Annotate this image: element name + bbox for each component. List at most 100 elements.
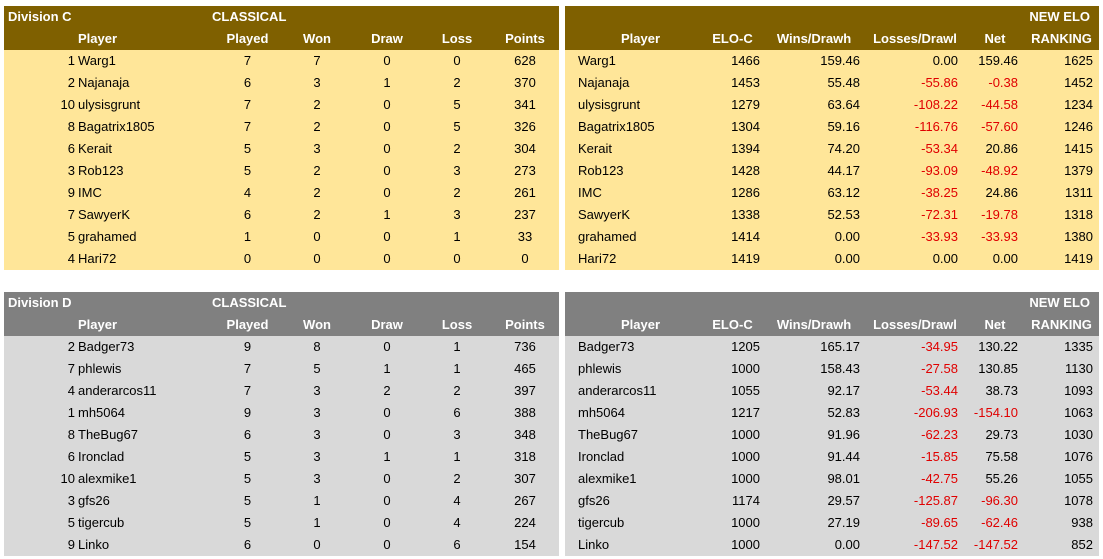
elo-c-cell: 1338	[731, 207, 760, 222]
elo-c-cell: 1000	[731, 427, 760, 442]
points-cell: 224	[514, 515, 536, 530]
new-elo-ranking-cell: 1452	[1064, 75, 1093, 90]
won-cell: 3	[313, 449, 321, 464]
player-name-cell: SawyerK	[578, 207, 631, 222]
loss-cell: 5	[453, 119, 461, 134]
draw-cell: 0	[383, 537, 391, 552]
column-header-points: Points	[505, 317, 545, 332]
player-name-cell: Warg1	[578, 53, 616, 68]
player-name-cell: Bagatrix1805	[78, 119, 155, 134]
won-cell: 2	[313, 163, 321, 178]
player-name-cell: alexmike1	[578, 471, 637, 486]
net-cell: 55.26	[985, 471, 1018, 486]
column-header-player: Player	[78, 31, 118, 46]
table-row: 3 Rob123 5 2 0 3 273 Rob123 1428 44.17 -93.09 -48.9…	[0, 160, 1103, 182]
player-name-cell: Bagatrix1805	[578, 119, 655, 134]
draw-cell: 0	[383, 185, 391, 200]
player-name-cell: grahamed	[78, 229, 137, 244]
net-cell: -147.52	[973, 537, 1018, 552]
points-cell: 465	[514, 361, 536, 376]
wins-drawh-cell: 91.44	[827, 449, 860, 464]
wins-drawh-cell: 52.83	[827, 405, 860, 420]
points-cell: 348	[514, 427, 536, 442]
won-cell: 0	[313, 537, 321, 552]
loss-cell: 1	[453, 361, 461, 376]
player-name-cell: Linko	[578, 537, 610, 552]
net-cell: -44.58	[981, 97, 1018, 112]
new-elo-ranking-cell: 1078	[1064, 493, 1093, 508]
draw-cell: 1	[383, 75, 391, 90]
played-cell: 5	[243, 163, 252, 178]
division-title: Division C	[8, 9, 72, 24]
player-name-cell: tigercub	[78, 515, 125, 530]
won-cell: 1	[313, 515, 321, 530]
player-name-cell: Kerait	[78, 141, 112, 156]
elo-c-cell: 1304	[731, 119, 760, 134]
losses-drawl-cell: -125.87	[913, 493, 958, 508]
played-cell: 9	[243, 339, 252, 354]
column-header-won: Won	[303, 31, 331, 46]
table-row: 9 Linko 6 0 0 6 154 Linko 1000 0.00 -147.52 -147.52…	[0, 534, 1103, 556]
player-name-cell: TheBug67	[78, 427, 138, 442]
points-cell: 304	[514, 141, 536, 156]
losses-drawl-cell: 0.00	[932, 53, 958, 68]
wins-drawh-cell: 29.57	[827, 493, 860, 508]
new-elo-ranking-cell: 1335	[1064, 339, 1093, 354]
points-cell: 154	[514, 537, 536, 552]
won-cell: 3	[313, 383, 321, 398]
won-cell: 3	[313, 405, 321, 420]
played-cell: 6	[243, 427, 252, 442]
table-row: 1 Warg1 7 7 0 0 628 Warg1 1466 159.46 0.00 159.46 16…	[0, 50, 1103, 72]
player-name-cell: Ironclad	[78, 449, 125, 464]
seed-cell: 6	[67, 141, 75, 156]
net-cell: 130.85	[978, 361, 1018, 376]
won-cell: 0	[313, 229, 321, 244]
net-cell: 0.00	[992, 251, 1018, 266]
player-name-cell: Najanaja	[78, 75, 130, 90]
column-header-ranking: RANKING	[1031, 317, 1092, 332]
won-cell: 3	[313, 427, 321, 442]
new-elo-ranking-cell: 1063	[1064, 405, 1093, 420]
loss-cell: 2	[453, 383, 461, 398]
draw-cell: 0	[383, 229, 391, 244]
net-cell: 29.73	[985, 427, 1018, 442]
wins-drawh-cell: 63.64	[827, 97, 860, 112]
player-name-cell: ulysisgrunt	[78, 97, 141, 112]
won-cell: 2	[313, 119, 321, 134]
column-header-loss: Loss	[441, 317, 473, 332]
net-cell: -19.78	[981, 207, 1018, 222]
seed-cell: 2	[67, 339, 75, 354]
player-name-cell: tigercub	[578, 515, 625, 530]
points-cell: 370	[514, 75, 536, 90]
played-cell: 4	[243, 185, 252, 200]
elo-c-cell: 1217	[731, 405, 760, 420]
column-header-ranking: RANKING	[1031, 31, 1092, 46]
won-cell: 3	[313, 471, 321, 486]
seed-cell: 1	[67, 405, 75, 420]
seed-cell: 9	[67, 185, 75, 200]
points-cell: 341	[514, 97, 536, 112]
elo-c-cell: 1286	[731, 185, 760, 200]
game-type-label: CLASSICAL	[212, 295, 287, 310]
wins-drawh-cell: 52.53	[827, 207, 860, 222]
draw-cell: 0	[383, 163, 391, 178]
table-row: 1 mh5064 9 3 0 6 388 mh5064 1217 52.83 -206.93 -154…	[0, 402, 1103, 424]
draw-cell: 1	[383, 361, 391, 376]
player-name-cell: TheBug67	[578, 427, 638, 442]
played-cell: 1	[243, 229, 252, 244]
losses-drawl-cell: -15.85	[921, 449, 958, 464]
points-cell: 318	[514, 449, 536, 464]
division-title-row: Division D CLASSICAL NEW ELO	[0, 292, 1103, 314]
seed-cell: 7	[67, 361, 75, 376]
table-row: 6 Ironclad 5 3 1 1 318 Ironclad 1000 91.44 -15.85 7…	[0, 446, 1103, 468]
seed-cell: 8	[67, 119, 75, 134]
net-cell: 38.73	[985, 383, 1018, 398]
division-title-row: Division C CLASSICAL NEW ELO	[0, 6, 1103, 28]
elo-c-cell: 1000	[731, 515, 760, 530]
loss-cell: 1	[453, 339, 461, 354]
losses-drawl-cell: -53.44	[921, 383, 958, 398]
player-name-cell: Linko	[78, 537, 110, 552]
wins-drawh-cell: 0.00	[834, 537, 860, 552]
player-name-cell: gfs26	[78, 493, 110, 508]
column-header-played: Played	[226, 31, 269, 46]
